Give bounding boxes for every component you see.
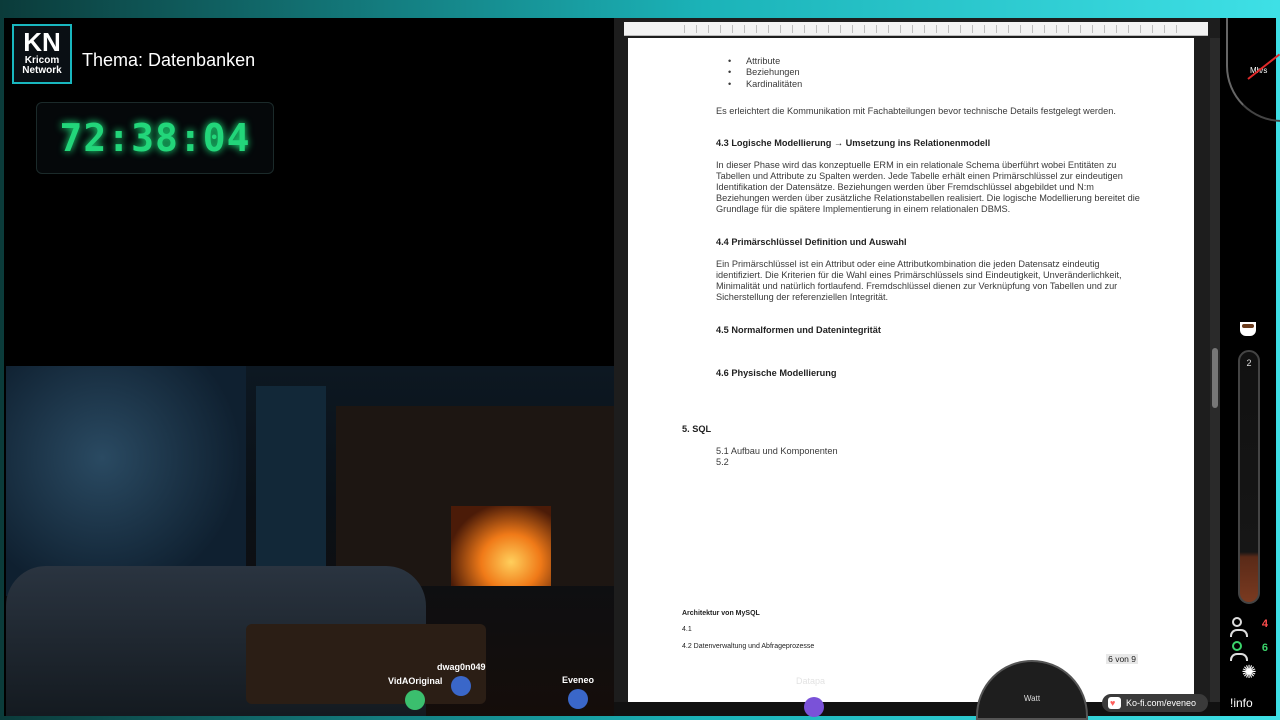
user-icon <box>1230 617 1248 637</box>
viewer-dot-icon <box>804 697 824 717</box>
hashrate-gauge-icon: Mh/s <box>1226 18 1280 122</box>
list-item: Kardinalitäten <box>728 79 802 91</box>
outline-4-2: 4.2 Datenverwaltung und Abfrageprozesse <box>682 643 815 650</box>
list-item: Beziehungen <box>728 67 802 79</box>
user-icon <box>1230 641 1248 661</box>
ruler-ticks <box>684 25 1188 33</box>
tube-value: 2 <box>1246 358 1252 368</box>
stream-topic: Thema: Datenbanken <box>82 50 256 70</box>
snowy-window <box>6 366 246 596</box>
logo-line2: Network <box>22 65 62 76</box>
document-editor: Attribute Beziehungen Kardinalitäten Es … <box>614 18 1220 716</box>
counter-value: 4 <box>1261 618 1268 630</box>
kofi-cup-icon <box>1108 694 1121 712</box>
kricom-logo: KN Kricom Network <box>12 24 72 84</box>
kofi-link[interactable]: Ko-fi.com/eveneo <box>1102 694 1208 712</box>
timer-value: 72:38:04 <box>59 116 251 160</box>
fill-tube: 2 <box>1238 350 1260 604</box>
kofi-label: Ko-fi.com/eveneo <box>1126 698 1197 708</box>
heading-5: 5. SQL <box>682 424 712 434</box>
list-item: Attribute <box>728 56 802 68</box>
user-counter-red: 4 <box>1228 616 1272 637</box>
counter-value: 6 <box>1261 642 1268 654</box>
viewer-avatar: Eveneo <box>562 675 594 709</box>
sparkle-icon: ✺ <box>1241 662 1257 682</box>
vertical-scrollbar[interactable] <box>1210 38 1220 706</box>
countdown-timer: 72:38:04 <box>36 102 274 174</box>
viewer-name: Eveneo <box>562 675 595 685</box>
bullet-list: Attribute Beziehungen Kardinalitäten <box>728 56 802 91</box>
viewer-avatar: VidAOriginal <box>388 676 442 710</box>
watt-label: Watt <box>1023 694 1041 703</box>
heading-4-5: 4.5 Normalformen und Datenintegrität <box>716 325 881 335</box>
heading-4-3: 4.3 Logische Modellierung → Umsetzung in… <box>716 138 991 148</box>
subsection-5-2: 5.2 <box>716 457 729 467</box>
right-widget-bar: Mh/s 2 4 6 ✺ !info <box>1220 18 1280 716</box>
scrollbar-thumb[interactable] <box>1212 348 1218 408</box>
viewer-dot-icon <box>568 689 588 709</box>
cabin-fireplace-scene <box>6 366 614 716</box>
fireplace-icon <box>451 506 551 586</box>
info-command: !info <box>1230 696 1253 710</box>
viewer-name: dwag0n049 <box>437 662 486 672</box>
paragraph-4-4: Ein Primärschlüssel ist ein Attribut ode… <box>716 259 1122 302</box>
coffee-cup-icon <box>1240 322 1256 336</box>
horizontal-ruler[interactable] <box>624 22 1208 36</box>
viewer-name: VidAOriginal <box>388 676 443 686</box>
logo-initials: KN <box>23 27 61 57</box>
user-counter-green: 6 <box>1228 640 1272 661</box>
document-page[interactable]: Attribute Beziehungen Kardinalitäten Es … <box>628 38 1194 706</box>
heading-4-4: 4.4 Primärschlüssel Definition und Auswa… <box>716 237 907 247</box>
paragraph-intro: Es erleichtert die Kommunikation mit Fac… <box>716 106 1116 116</box>
ghost-viewer-name: Datapa <box>796 676 826 686</box>
heading-4-6: 4.6 Physische Modellierung <box>716 368 837 378</box>
paragraph-4-3: In dieser Phase wird das konzeptuelle ER… <box>716 160 1140 214</box>
outline-title: Architektur von MySQL <box>682 610 760 617</box>
viewer-avatar: dwag0n049 <box>437 662 486 696</box>
snowy-window-small <box>256 386 326 566</box>
outline-4-1: 4.1 <box>682 626 692 633</box>
viewer-dot-icon <box>405 690 426 710</box>
subsection-5-1: 5.1 Aufbau und Komponenten <box>716 446 838 456</box>
page-number: 6 von 9 <box>1106 654 1138 664</box>
viewer-dot-icon <box>451 676 472 696</box>
